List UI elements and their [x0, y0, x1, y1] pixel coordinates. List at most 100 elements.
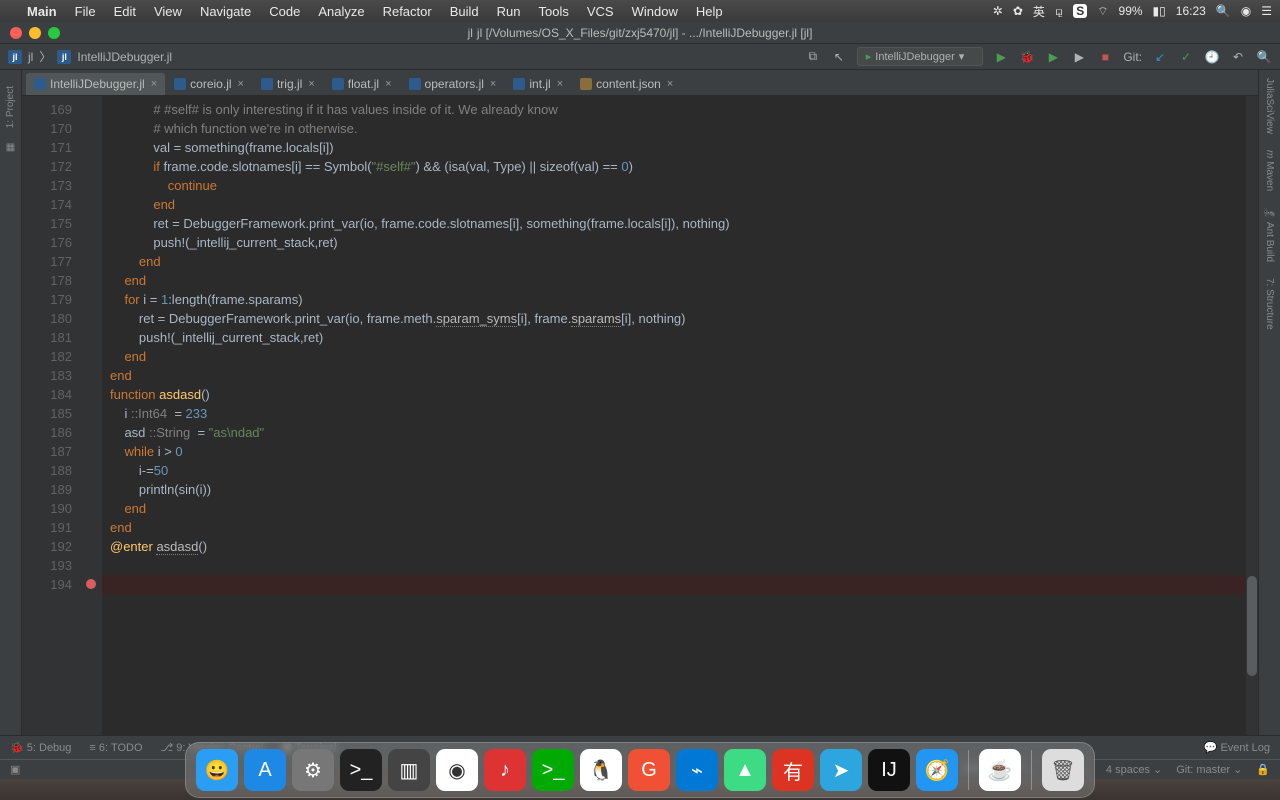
scrollbar[interactable] [1246, 96, 1258, 735]
breadcrumb-project[interactable]: jl [28, 50, 33, 64]
tool-antbuild-tab[interactable]: 🐜 Ant Build [1262, 199, 1277, 270]
dock-app-appstore[interactable]: A [244, 749, 286, 791]
menu-run[interactable]: Run [488, 4, 530, 19]
bluetooth-icon[interactable]: ⚼ [1055, 4, 1063, 19]
editor-tab[interactable]: trig.jl× [253, 73, 323, 95]
git-branch[interactable]: Git: master ⌄ [1176, 763, 1242, 776]
wifi-icon[interactable]: ⌔ [1097, 4, 1108, 19]
run-config-selector[interactable]: ▸IntelliJDebugger ▾ [857, 47, 984, 66]
code-editor[interactable]: 1691701711721731741751761771781791801811… [22, 96, 1258, 735]
clock[interactable]: 16:23 [1176, 4, 1206, 18]
menu-build[interactable]: Build [441, 4, 488, 19]
dock-app-telegram[interactable]: ➤ [820, 749, 862, 791]
menu-refactor[interactable]: Refactor [374, 4, 441, 19]
search-icon[interactable]: 🔍 [1256, 50, 1272, 64]
file-icon [174, 78, 186, 90]
close-tab-icon[interactable]: × [308, 78, 314, 90]
indent-setting[interactable]: 4 spaces ⌄ [1106, 763, 1162, 776]
menu-code[interactable]: Code [260, 4, 309, 19]
stop-button[interactable]: ■ [1097, 50, 1113, 64]
menu-navigate[interactable]: Navigate [191, 4, 260, 19]
profile-button[interactable]: ▶ [1071, 50, 1087, 64]
breakpoint-icon[interactable] [86, 579, 96, 589]
tool-project-tab[interactable]: 1: Project [3, 78, 18, 136]
app-menu[interactable]: Main [18, 4, 66, 19]
close-window-button[interactable] [10, 27, 22, 39]
menu-vcs[interactable]: VCS [578, 4, 623, 19]
status-icon[interactable]: ✲ [993, 4, 1003, 18]
menu-view[interactable]: View [145, 4, 191, 19]
dock-app-java[interactable]: ☕ [979, 749, 1021, 791]
dock-app-settings[interactable]: ⚙ [292, 749, 334, 791]
lock-icon[interactable]: 🔒 [1256, 763, 1270, 776]
editor-tab[interactable]: coreio.jl × [166, 73, 252, 95]
coverage-button[interactable]: ▶ [1045, 50, 1061, 64]
tool-structure-tab[interactable]: 7: Structure [1262, 270, 1277, 338]
git-update-icon[interactable]: ↙ [1152, 50, 1168, 64]
sogou-icon[interactable]: S [1073, 4, 1087, 18]
gutter[interactable] [80, 96, 102, 735]
tool-todo-tab[interactable]: ≡ 6: TODO [89, 742, 142, 754]
close-tab-icon[interactable]: × [151, 78, 157, 90]
menu-analyze[interactable]: Analyze [309, 4, 373, 19]
dock-app-netease[interactable]: ♪ [484, 749, 526, 791]
dock-app-intellij[interactable]: IJ [868, 749, 910, 791]
code-area[interactable]: # #self# is only interesting if it has v… [102, 96, 1258, 735]
scrollbar-thumb[interactable] [1247, 576, 1257, 676]
debug-button[interactable]: 🐞 [1019, 50, 1035, 64]
git-commit-icon[interactable]: ✓ [1178, 50, 1194, 64]
editor-tabs: IntelliJDebugger.jl×coreio.jl×trig.jl×fl… [22, 70, 1258, 96]
breadcrumb-file[interactable]: IntelliJDebugger.jl [77, 50, 172, 64]
tool-debug-tab[interactable]: 🐞 5: Debug [10, 741, 71, 754]
close-tab-icon[interactable]: × [490, 78, 496, 90]
dock-app-activity[interactable]: ▥ [388, 749, 430, 791]
editor-tab[interactable]: int.jl× [505, 73, 571, 95]
event-log-tab[interactable]: 💬 Event Log [1204, 741, 1270, 754]
ime-indicator[interactable]: 英 [1033, 3, 1045, 20]
git-revert-icon[interactable]: ↶ [1230, 50, 1246, 64]
toggle-toolwindows-icon[interactable]: ▣ [10, 763, 20, 776]
menu-file[interactable]: File [66, 4, 105, 19]
dock-app-vscode[interactable]: ⌁ [676, 749, 718, 791]
build-icon[interactable]: ⧉ [805, 49, 821, 64]
dock-app-chrome[interactable]: ◉ [436, 749, 478, 791]
editor-tab[interactable]: float.jl × [324, 73, 400, 95]
close-tab-icon[interactable]: × [385, 78, 391, 90]
run-button[interactable]: ▶ [993, 50, 1009, 64]
menu-edit[interactable]: Edit [105, 4, 145, 19]
back-icon[interactable]: ↖ [831, 50, 847, 64]
dock-trash[interactable]: 🗑 [1042, 749, 1084, 791]
tab-label: coreio.jl [190, 77, 231, 91]
dock-app-terminal[interactable]: >_ [340, 749, 382, 791]
tab-label: float.jl [348, 77, 379, 91]
menu-help[interactable]: Help [687, 4, 732, 19]
menu-tools[interactable]: Tools [530, 4, 578, 19]
siri-icon[interactable]: ◉ [1241, 4, 1251, 18]
minimize-window-button[interactable] [29, 27, 41, 39]
editor-tab[interactable]: IntelliJDebugger.jl× [26, 73, 165, 95]
editor-tab[interactable]: operators.jl× [401, 73, 505, 95]
dock-app-safari[interactable]: 🧭 [916, 749, 958, 791]
spotlight-icon[interactable]: 🔍 [1216, 4, 1231, 18]
dock-app-iterm[interactable]: >_ [532, 749, 574, 791]
notification-icon[interactable]: ☰ [1261, 4, 1272, 18]
dock-app-finder[interactable]: 😀 [196, 749, 238, 791]
editor-tab[interactable]: content.json× [572, 73, 681, 95]
dock-app-git[interactable]: G [628, 749, 670, 791]
zoom-window-button[interactable] [48, 27, 60, 39]
menu-window[interactable]: Window [623, 4, 687, 19]
close-tab-icon[interactable]: × [557, 78, 563, 90]
dock-app-qq[interactable]: 🐧 [580, 749, 622, 791]
close-tab-icon[interactable]: × [238, 78, 244, 90]
status-icon[interactable]: ✿ [1013, 4, 1023, 18]
dock-app-youdao[interactable]: 有 [772, 749, 814, 791]
file-icon [34, 78, 46, 90]
battery-icon[interactable]: ▮▯ [1153, 4, 1166, 18]
tool-juliasciview-tab[interactable]: JuliaSciView [1262, 70, 1277, 142]
dock-app-android[interactable]: ▲ [724, 749, 766, 791]
git-history-icon[interactable]: 🕘 [1204, 50, 1220, 64]
close-tab-icon[interactable]: × [667, 78, 673, 90]
file-icon: jl [57, 50, 71, 64]
tool-maven-tab[interactable]: m Maven [1262, 142, 1277, 199]
macos-dock: 😀A⚙>_▥◉♪>_🐧G⌁▲有➤IJ🧭☕🗑 [185, 742, 1095, 798]
